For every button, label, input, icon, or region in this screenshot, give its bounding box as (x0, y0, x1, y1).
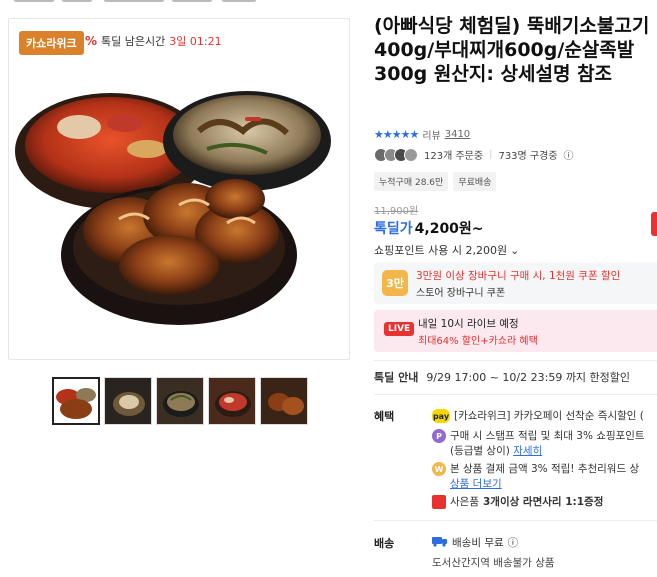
benefit-reward: W 본 상품 결제 금액 3% 적립! 추천리워드 상 (432, 461, 639, 476)
coupon-title: 3만원 이상 장바구니 구매 시, 1천원 쿠폰 할인 (416, 270, 621, 282)
timer-value: 3일 01:21 (169, 35, 222, 48)
benefit-kakaopay[interactable]: pay [카쇼라위크] 카카오페이 선착순 즉시할인 ( (432, 408, 644, 423)
benefits-label: 혜택 (374, 410, 395, 423)
benefit-text: 구매 시 스탬프 적립 및 최대 3% 쇼핑포인트 (450, 430, 645, 442)
shipping-note: 도서산간지역 배송불가 상품 (432, 557, 555, 569)
timer-label: 톡딜 남은시간 (101, 35, 166, 48)
info-icon[interactable]: ⓘ (564, 147, 574, 162)
reward-icon: W (432, 462, 446, 476)
live-promo: 최대64% 할인+카쇼라 혜택 (418, 336, 538, 347)
social-proof-row: 123개 주문중 | 733명 구경중 ⓘ (374, 147, 574, 162)
product-main-image[interactable]: 카쇼라위크 % 톡딜 남은시간 3일 01:21 (8, 18, 350, 360)
more-products-link[interactable]: 상품 더보기 (450, 478, 502, 490)
benefit-text: 본 상품 결제 금액 3% 적립! 추천리워드 상 (450, 463, 640, 475)
review-count-link[interactable]: 3410 (445, 129, 470, 140)
shipping-label: 배송 (374, 537, 395, 550)
cart-coupon-banner[interactable]: 3만 3만원 이상 장바구니 구매 시, 1천원 쿠폰 할인 스토어 장바구니 … (374, 262, 657, 304)
benefit-sub: (등급별 상이) 자세히 (450, 443, 542, 458)
free-shipping-chip: 무료배송 (453, 172, 497, 191)
avatar (404, 147, 418, 162)
deal-info-label: 톡딜 안내 (374, 371, 419, 384)
floating-red-tab[interactable] (651, 212, 657, 236)
thumbnail-5[interactable] (260, 377, 308, 425)
deal-timer: % 톡딜 남은시간 3일 01:21 (85, 33, 222, 49)
coupon-subtitle: 스토어 장바구니 쿠폰 (416, 288, 506, 299)
original-price: 11,900원 (374, 206, 419, 217)
deal-period: 9/29 17:00 ~ 10/2 23:59 까지 한정할인 (426, 371, 631, 384)
kakaopay-icon: pay (432, 409, 450, 423)
coupon-icon: 3만 (382, 270, 408, 296)
truck-icon (432, 535, 448, 550)
product-title: (아빠식당 체험딜) 뚝배기소불고기400g/부대찌개600g/순살족발300g… (374, 15, 650, 85)
divider (374, 520, 657, 521)
shipping-fee-row: 배송비 무료 ⓘ (432, 535, 518, 550)
live-schedule: 내일 10시 라이브 예정 (418, 318, 519, 330)
kakao-week-badge: 카쇼라위크 (19, 31, 84, 55)
star-rating-icon: ★★★★★ (374, 128, 419, 141)
info-icon[interactable]: ⓘ (508, 535, 519, 550)
chevron-down-icon: ⌄ (510, 243, 520, 257)
benefit-gift: 사은품 3개이상 라면사리 1:1증정 (432, 494, 603, 509)
rating-row: ★★★★★ 리뷰 3410 (374, 127, 470, 142)
details-link[interactable]: 자세히 (513, 445, 542, 457)
review-label: 리뷰 (422, 131, 441, 142)
shipping-fee: 배송비 무료 (452, 537, 504, 549)
benefit-sub-text: (등급별 상이) (450, 445, 510, 457)
cumulative-purchase-chip: 누적구매 28.6만 (374, 172, 449, 191)
thumbnail-strip (52, 377, 308, 425)
food-photo (15, 91, 331, 325)
thumbnail-4[interactable] (208, 377, 256, 425)
gift-label: 사은품 (450, 496, 479, 508)
divider (374, 360, 657, 361)
live-badge: LIVE (384, 322, 415, 336)
deal-price: 톡딜가 4,200원~ (374, 218, 484, 238)
deal-info-row: 톡딜 안내 9/29 17:00 ~ 10/2 23:59 까지 한정할인 (374, 369, 630, 385)
point-icon: P (432, 429, 446, 443)
top-cutoff-text (0, 0, 657, 4)
orders-count: 123개 주문중 (424, 151, 484, 162)
gift-detail: 3개이상 라면사리 1:1증정 (482, 496, 604, 508)
benefit-stamp: P 구매 시 스탬프 적립 및 최대 3% 쇼핑포인트 (432, 428, 645, 443)
divider: | (489, 149, 493, 160)
thumbnail-1[interactable] (52, 377, 100, 425)
shopping-points-dropdown[interactable]: 쇼핑포인트 사용 시 2,200원 ⌄ (374, 242, 519, 258)
live-broadcast-banner[interactable]: LIVE 내일 10시 라이브 예정 최대64% 할인+카쇼라 혜택 (374, 310, 657, 352)
gift-icon (432, 495, 446, 509)
deal-price-amount: 4,200원~ (414, 221, 484, 237)
deal-price-label: 톡딜가 (374, 221, 413, 237)
shopping-points-text: 쇼핑포인트 사용 시 2,200원 (374, 244, 508, 257)
benefit-text: [카쇼라위크] 카카오페이 선착순 즉시할인 ( (454, 410, 644, 422)
product-chips: 누적구매 28.6만 무료배송 (374, 172, 497, 191)
viewers-count: 733명 구경중 (498, 151, 558, 162)
thumbnail-3[interactable] (156, 377, 204, 425)
thumbnail-2[interactable] (104, 377, 152, 425)
discount-icon: % (85, 34, 98, 48)
divider (374, 394, 657, 395)
buyer-avatars (374, 147, 418, 162)
benefit-sub: 상품 더보기 (450, 476, 502, 491)
